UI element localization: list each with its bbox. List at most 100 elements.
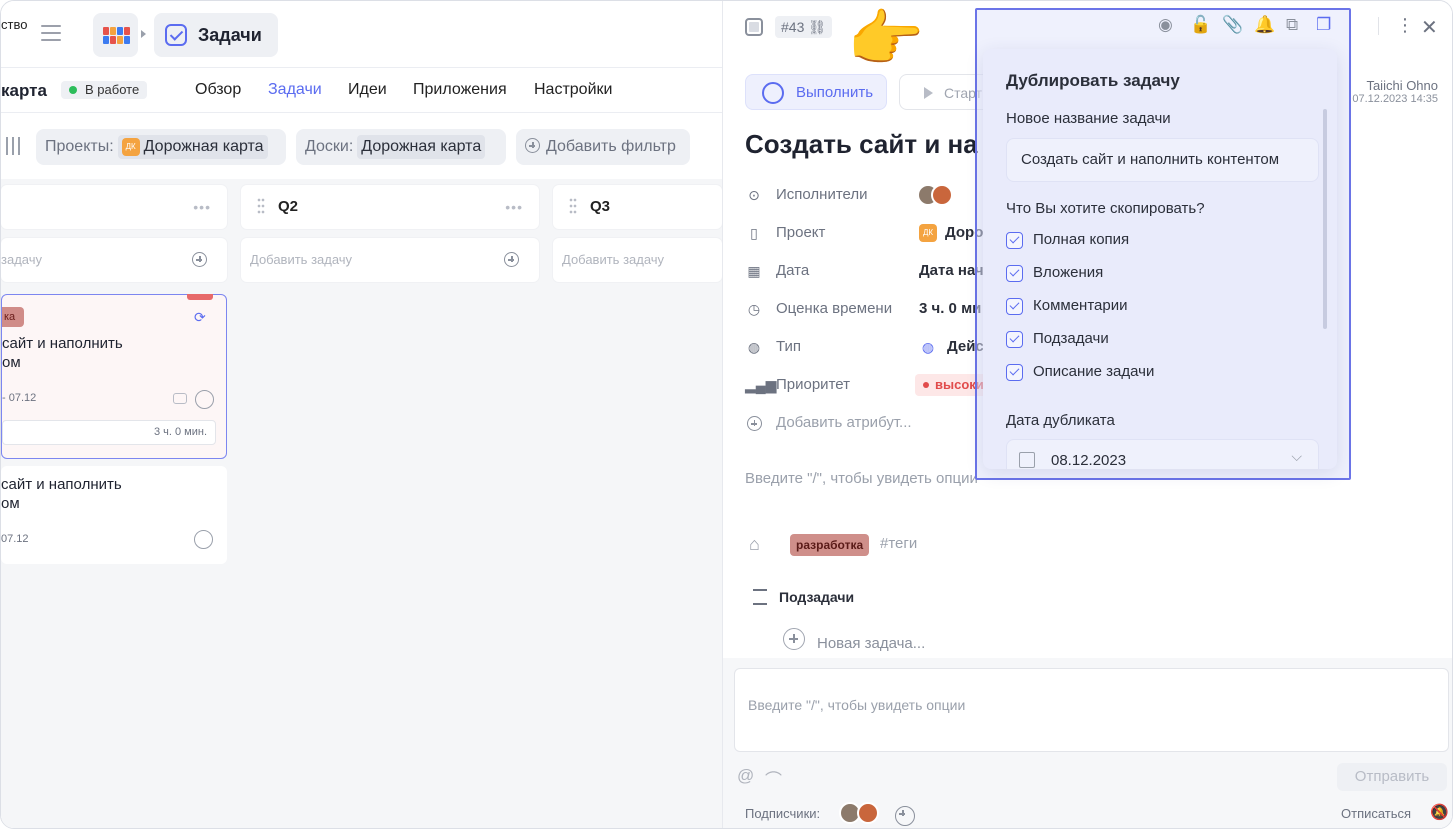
checkbox-checked-icon[interactable] <box>1006 298 1023 315</box>
unsubscribe-link[interactable]: Отписаться <box>1341 806 1411 821</box>
calendar-icon: ▦ <box>747 263 761 279</box>
pointing-hand-icon: 👉 <box>847 5 925 74</box>
project-name: карта <box>1 81 47 100</box>
new-name-label: Новое название задачи <box>1006 110 1171 127</box>
add-task-row[interactable]: Добавить задачу <box>241 238 539 282</box>
tags-row: ⌂ разработка #теги <box>745 534 1145 558</box>
checkbox-checked-icon[interactable] <box>1006 331 1023 348</box>
paperclip-icon[interactable]: ⌒ <box>765 766 782 791</box>
tab-ideas[interactable]: Идеи <box>348 81 387 99</box>
plus-circle-icon[interactable] <box>504 252 519 267</box>
duplicate-icon[interactable]: ❐ <box>1316 15 1331 35</box>
complete-button[interactable]: Выполнить <box>745 74 887 110</box>
subtasks-header: Подзадачи <box>753 589 854 605</box>
bell-icon[interactable]: 🔔 <box>1254 15 1275 35</box>
complete-toggle[interactable] <box>194 530 213 549</box>
column-menu-icon[interactable]: ••• <box>193 199 211 215</box>
task-type-icon[interactable] <box>745 18 763 36</box>
card-date: - 07.12 <box>2 392 37 404</box>
toolbar-icons: ◉ 🔓 📎 🔔 ⧉ ❐ <box>1158 15 1338 39</box>
priority-flag <box>187 294 213 300</box>
apps-button[interactable] <box>93 13 138 57</box>
filter-bar: Проекты: ДК Дорожная карта Доски: Дорожная … <box>1 113 722 179</box>
paperclip-icon[interactable]: 📎 <box>1222 15 1243 35</box>
close-icon[interactable]: ✕ <box>1421 15 1438 40</box>
new-name-input[interactable]: Создать сайт и наполнить контентом <box>1006 138 1319 182</box>
filter-sliders-icon[interactable] <box>3 136 25 156</box>
eye-icon[interactable]: ◉ <box>1158 15 1173 35</box>
tab-settings[interactable]: Настройки <box>534 81 612 99</box>
new-subtask-label: Новая задача... <box>817 635 926 652</box>
task-card[interactable]: ка ⟳ сайт и наполнить ом - 07.12 3 ч. 0 … <box>1 294 227 459</box>
duplicate-date-label: Дата дубликата <box>1006 412 1115 429</box>
plus-circle-icon <box>525 138 540 153</box>
boards-filter-value: Дорожная карта <box>357 135 486 159</box>
option-label: Вложения <box>1033 264 1104 281</box>
top-bar: ство Задачи <box>1 1 722 68</box>
plus-circle-icon <box>783 628 805 650</box>
tags-input[interactable]: #теги <box>880 535 917 552</box>
description-editor[interactable]: Введите "/", чтобы увидеть опции <box>745 470 978 487</box>
add-filter-button[interactable]: Добавить фильтр <box>516 129 690 165</box>
toolbar-divider <box>1378 17 1379 35</box>
column-header-q3[interactable]: Q3 <box>553 185 722 229</box>
clock-icon: ◷ <box>747 301 761 317</box>
card-title-line2: ом <box>2 354 21 371</box>
hierarchy-icon[interactable]: ⧉ <box>1286 15 1298 35</box>
attr-key: Оценка времени <box>776 300 893 317</box>
subtasks-title: Подзадачи <box>779 589 855 605</box>
more-icon[interactable]: ⋮ <box>1396 15 1414 36</box>
breadcrumb-tasks[interactable]: Задачи <box>154 13 278 57</box>
lock-icon[interactable]: 🔓 <box>1190 15 1211 35</box>
workspace-name[interactable]: ство <box>1 17 27 32</box>
option-label: Описание задачи <box>1033 363 1155 380</box>
mention-icon[interactable]: @ <box>737 766 754 786</box>
play-icon <box>924 87 933 99</box>
new-subtask-button[interactable]: Новая задача... <box>783 628 925 652</box>
tab-overview[interactable]: Обзор <box>195 81 241 99</box>
menu-icon[interactable] <box>41 25 61 41</box>
tab-tasks[interactable]: Задачи <box>268 81 322 99</box>
add-task-row[interactable]: задачу <box>1 238 227 282</box>
drag-handle-icon[interactable] <box>257 197 265 215</box>
projects-filter-label: Проекты: <box>45 138 114 155</box>
project-icon: ▯ <box>750 225 758 241</box>
column-menu-icon[interactable]: ••• <box>505 199 523 215</box>
duplicate-date-picker[interactable]: 08.12.2023 ⌵ <box>1006 439 1319 469</box>
avatar[interactable] <box>857 802 879 824</box>
apps-grid-icon <box>103 27 130 45</box>
task-author: Taiichi Ohno 07.12.2023 14:35 <box>1352 78 1438 105</box>
bell-off-icon[interactable]: 🔕 <box>1430 803 1449 821</box>
complete-toggle[interactable] <box>195 390 214 409</box>
add-subscriber-icon[interactable] <box>895 806 915 826</box>
status-badge[interactable]: В работе <box>61 81 148 99</box>
chevron-down-icon: ⌵ <box>1291 448 1302 464</box>
column-header-q2[interactable]: Q2 ••• <box>241 185 539 229</box>
checkbox-checked-icon[interactable] <box>1006 232 1023 249</box>
comment-icon <box>173 393 187 404</box>
column-header[interactable]: ••• <box>1 185 227 229</box>
projects-filter[interactable]: Проекты: ДК Дорожная карта <box>36 129 286 165</box>
task-title[interactable]: Создать сайт и на <box>745 129 978 160</box>
add-task-row[interactable]: Добавить задачу <box>553 238 722 282</box>
duplicate-task-popup: Дублировать задачу Новое название задачи… <box>983 49 1337 469</box>
project-nav: карта В работе Обзор Задачи Идеи Приложе… <box>1 68 722 113</box>
card-tag: ка <box>2 307 24 327</box>
checkbox-checked-icon[interactable] <box>1006 364 1023 381</box>
plus-circle-icon[interactable] <box>192 252 207 267</box>
tag-chip[interactable]: разработка <box>790 534 870 556</box>
subtasks-icon <box>753 589 767 605</box>
checkbox-checked-icon[interactable] <box>1006 265 1023 282</box>
calendar-icon <box>1019 452 1035 468</box>
task-number[interactable]: #43 ⛓ <box>775 16 833 38</box>
tab-apps[interactable]: Приложения <box>413 81 507 99</box>
add-task-placeholder: Добавить задачу <box>562 252 665 267</box>
drag-handle-icon[interactable] <box>569 197 577 215</box>
repeat-icon: ⟳ <box>194 309 206 325</box>
projects-filter-value-chip: ДК Дорожная карта <box>117 135 268 159</box>
boards-filter[interactable]: Доски: Дорожная карта <box>296 129 506 165</box>
send-button[interactable]: Отправить <box>1337 763 1447 791</box>
task-card[interactable]: сайт и наполнить ом 07.12 <box>1 466 227 564</box>
popup-scrollbar[interactable] <box>1323 109 1327 329</box>
comment-input[interactable]: Введите "/", чтобы увидеть опции <box>734 668 1449 752</box>
